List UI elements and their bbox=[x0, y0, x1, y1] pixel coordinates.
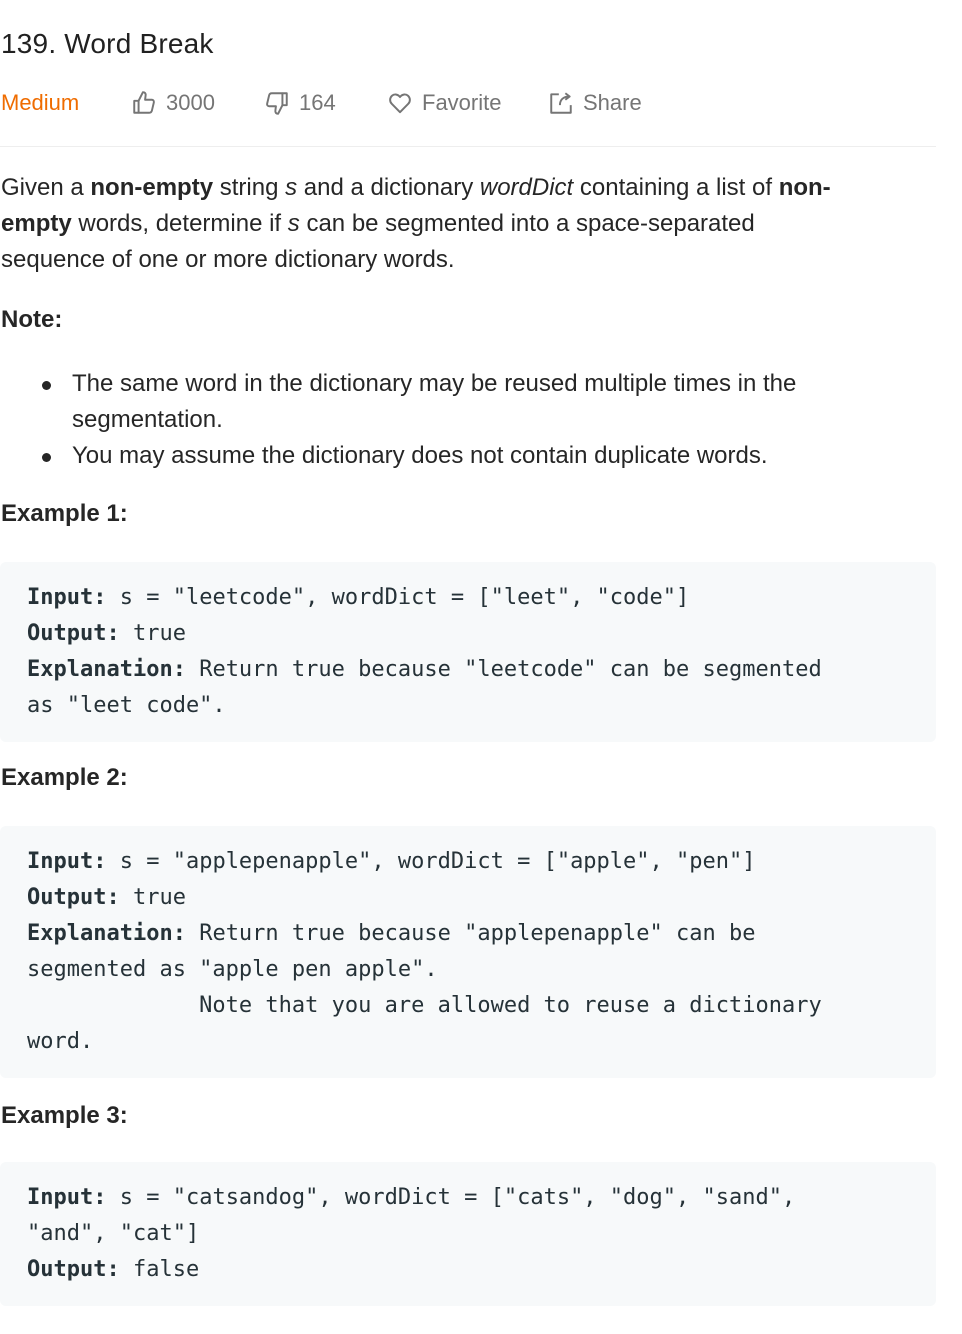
note-heading: Note: bbox=[1, 306, 63, 333]
problem-title: 139. Word Break bbox=[1, 28, 214, 59]
desc-text: sequence of one or more dictionary words… bbox=[1, 246, 455, 273]
example-2-codeblock: Input: s = "applepenapple", wordDict = [… bbox=[0, 826, 936, 1078]
input-value: s = "catsandog", wordDict = ["cats", "do… bbox=[106, 1185, 796, 1210]
output-label: Output: bbox=[27, 1257, 120, 1282]
example-1-heading: Example 1: bbox=[1, 500, 128, 527]
dislike-count: 164 bbox=[299, 90, 336, 115]
difficulty-label: Medium bbox=[1, 90, 80, 115]
favorite-label: Favorite bbox=[422, 90, 502, 115]
desc-italic: wordDict bbox=[479, 174, 574, 201]
note-list: The same word in the dictionary may be r… bbox=[0, 366, 900, 474]
example-2-heading: Example 2: bbox=[1, 764, 128, 791]
heart-icon bbox=[389, 93, 411, 114]
input-label: Input: bbox=[27, 849, 107, 874]
list-item: The same word in the dictionary may be r… bbox=[0, 366, 900, 438]
explanation-text: Return true because "leetcode" can be se… bbox=[185, 657, 822, 682]
example-2-code: Input: s = "applepenapple", wordDict = [… bbox=[0, 826, 936, 1060]
problem-page: 139. Word Break Medium 3000 164 Favorite bbox=[0, 0, 962, 1334]
note-text: You may assume the dictionary does not c… bbox=[72, 442, 768, 469]
input-value: s = "leetcode", wordDict = ["leet", "cod… bbox=[106, 585, 690, 610]
problem-meta-bar: Medium 3000 164 Favorite Share bbox=[0, 86, 936, 120]
explanation-label: Explanation: bbox=[27, 921, 186, 946]
share-button[interactable]: Share bbox=[548, 86, 642, 120]
thumbs-down-icon bbox=[266, 92, 288, 115]
share-label: Share bbox=[583, 90, 642, 115]
example-3-heading: Example 3: bbox=[1, 1102, 128, 1129]
dislike-button[interactable]: 164 bbox=[264, 86, 336, 120]
output-value: true bbox=[119, 621, 186, 646]
desc-bold: non-empty bbox=[90, 174, 214, 201]
thumbs-up-icon bbox=[133, 91, 155, 114]
input-value: s = "applepenapple", wordDict = ["apple"… bbox=[106, 849, 756, 874]
explanation-label: Explanation: bbox=[27, 657, 186, 682]
input-label: Input: bbox=[27, 1185, 107, 1210]
like-count: 3000 bbox=[166, 90, 215, 115]
output-label: Output: bbox=[27, 621, 120, 646]
note-text: The same word in the dictionary may be r… bbox=[72, 370, 797, 433]
explanation-text: as "leet code". bbox=[27, 693, 226, 718]
desc-text: containing a list of bbox=[573, 174, 779, 201]
explanation-text: word. bbox=[27, 1029, 94, 1054]
desc-text: can be segmented into a space-separated bbox=[299, 210, 755, 237]
desc-text: and a dictionary bbox=[297, 174, 480, 201]
input-value: "and", "cat"] bbox=[27, 1221, 200, 1246]
desc-bold: non- bbox=[778, 174, 831, 201]
problem-description: Given a non-empty string s and a diction… bbox=[1, 170, 936, 278]
explanation-text: Note that you are allowed to reuse a dic… bbox=[27, 993, 822, 1018]
desc-text: string bbox=[213, 174, 286, 201]
desc-bold: empty bbox=[1, 210, 72, 237]
desc-text: Given a bbox=[1, 174, 91, 201]
explanation-text: segmented as "apple pen apple". bbox=[27, 957, 438, 982]
example-3-code: Input: s = "catsandog", wordDict = ["cat… bbox=[0, 1162, 936, 1288]
desc-text: words, determine if bbox=[71, 210, 288, 237]
header-divider bbox=[0, 146, 936, 147]
output-value: true bbox=[119, 885, 186, 910]
explanation-text: Return true because "applepenapple" can … bbox=[185, 921, 756, 946]
list-item: You may assume the dictionary does not c… bbox=[0, 438, 900, 474]
input-label: Input: bbox=[27, 585, 107, 610]
example-3-codeblock: Input: s = "catsandog", wordDict = ["cat… bbox=[0, 1162, 936, 1306]
like-button[interactable]: 3000 bbox=[131, 86, 215, 120]
output-label: Output: bbox=[27, 885, 120, 910]
favorite-button[interactable]: Favorite bbox=[387, 86, 501, 120]
desc-italic: s bbox=[285, 174, 298, 201]
share-icon bbox=[550, 92, 572, 114]
output-value: false bbox=[119, 1257, 200, 1282]
example-1-code: Input: s = "leetcode", wordDict = ["leet… bbox=[0, 562, 936, 724]
description-paragraph: Given a non-empty string s and a diction… bbox=[1, 170, 936, 278]
desc-italic: s bbox=[287, 210, 300, 237]
example-1-codeblock: Input: s = "leetcode", wordDict = ["leet… bbox=[0, 562, 936, 742]
